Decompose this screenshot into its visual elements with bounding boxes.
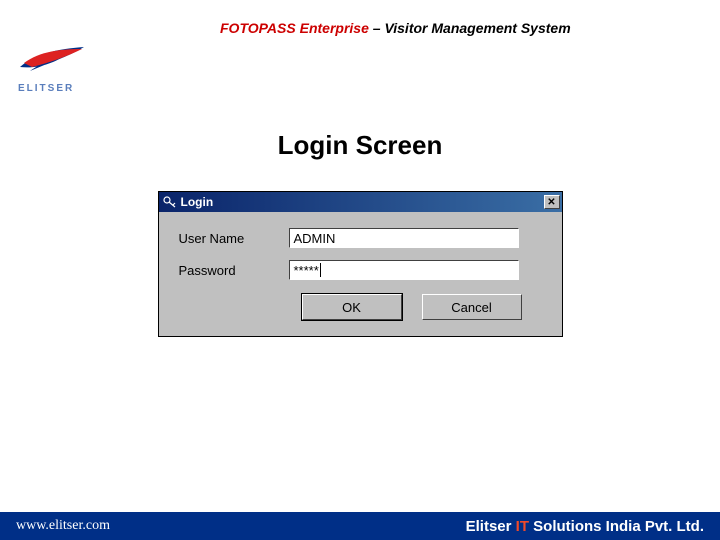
login-dialog: Login ✕ User Name ADMIN Password *****	[158, 191, 563, 337]
product-name: FOTOPASS Enterprise	[220, 20, 369, 36]
header-subtitle: Visitor Management System	[384, 20, 570, 36]
footer-url: www.elitser.com	[16, 518, 110, 534]
page-title: Login Screen	[0, 130, 720, 161]
titlebar-left: Login	[163, 195, 214, 209]
username-label: User Name	[179, 231, 289, 246]
key-icon	[163, 196, 177, 208]
brand-logo-text: ELITSER	[18, 83, 98, 94]
footer-company-name: Elitser	[466, 518, 516, 535]
dialog-buttons: OK Cancel	[179, 294, 542, 320]
swoosh-icon	[18, 45, 88, 75]
username-row: User Name ADMIN	[179, 228, 542, 248]
text-caret	[320, 263, 321, 277]
footer-company: Elitser IT Solutions India Pvt. Ltd.	[466, 518, 704, 535]
cancel-button[interactable]: Cancel	[422, 294, 522, 320]
footer-company-rest: Solutions India Pvt. Ltd.	[529, 518, 704, 535]
close-button[interactable]: ✕	[544, 195, 560, 209]
password-field[interactable]: *****	[289, 260, 519, 280]
ok-button-label: OK	[342, 300, 361, 315]
cancel-button-label: Cancel	[451, 300, 491, 315]
username-value: ADMIN	[294, 231, 336, 246]
password-label: Password	[179, 263, 289, 278]
dialog-titlebar: Login ✕	[159, 192, 562, 212]
dialog-body: User Name ADMIN Password ***** OK Cancel	[159, 212, 562, 336]
close-icon: ✕	[547, 197, 555, 208]
header-title: FOTOPASS Enterprise – Visitor Management…	[220, 20, 571, 36]
ok-button[interactable]: OK	[302, 294, 402, 320]
title-separator: –	[369, 20, 385, 36]
dialog-title: Login	[181, 195, 214, 209]
page-header: FOTOPASS Enterprise – Visitor Management…	[0, 20, 720, 95]
password-value: *****	[294, 263, 319, 278]
footer-company-it: IT	[516, 518, 529, 535]
main-content: Login Screen Login ✕ User Name ADMIN	[0, 130, 720, 337]
page-footer: www.elitser.com Elitser IT Solutions Ind…	[0, 512, 720, 540]
username-field[interactable]: ADMIN	[289, 228, 519, 248]
brand-logo: ELITSER	[18, 45, 98, 94]
password-row: Password *****	[179, 260, 542, 280]
